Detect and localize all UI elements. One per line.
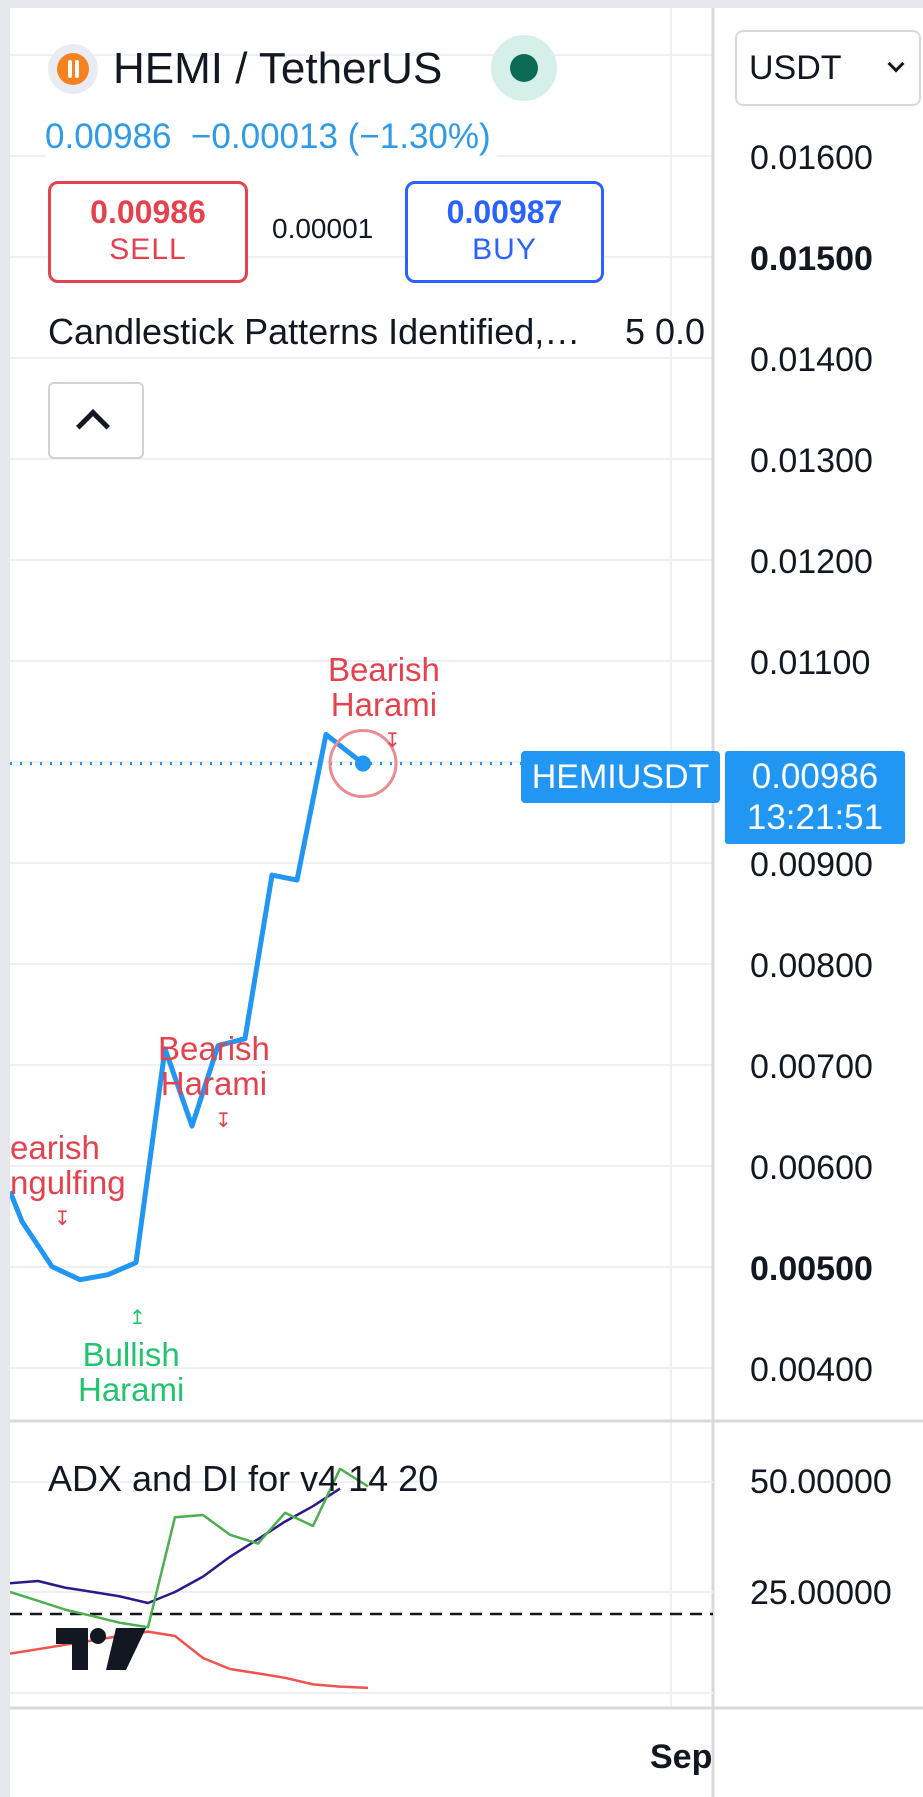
sell-button[interactable]: 0.00986 SELL — [48, 181, 248, 283]
adx-indicator-legend[interactable]: ADX and DI for v4 14 20 — [48, 1458, 438, 1500]
price-axis-label: 0.00600 — [750, 1149, 873, 1187]
arrow-up-icon: ↥ — [129, 1307, 146, 1329]
price-axis-label: 0.00500 — [750, 1250, 873, 1288]
collapse-legend-button[interactable] — [48, 382, 144, 459]
last-price: 0.00986 — [45, 117, 172, 156]
price-change-line: 0.00986 −0.00013 (−1.30%) — [45, 117, 497, 157]
arrow-down-icon: ↧ — [54, 1208, 71, 1230]
chart-frame[interactable]: HEMI / TetherUS 0.00986 −0.00013 (−1.30%… — [10, 8, 923, 1797]
chevron-down-icon — [887, 55, 905, 73]
price-axis-label: 0.00900 — [750, 846, 873, 884]
price-axis-label: 0.01600 — [750, 139, 873, 177]
price-axis-label: 0.00400 — [750, 1351, 873, 1389]
price-axis-label: 0.01400 — [750, 341, 873, 379]
price-axis-label: 0.01500 — [750, 240, 873, 278]
chevron-up-icon — [76, 409, 110, 443]
bar-countdown: 13:21:51 — [746, 798, 884, 837]
arrow-down-icon: ↧ — [215, 1110, 232, 1132]
adx-axis-label: 25.00000 — [750, 1574, 892, 1612]
price-axis-label: 0.00700 — [750, 1048, 873, 1086]
arrow-down-icon: ↧ — [384, 730, 401, 752]
adx-line — [10, 1487, 341, 1605]
current-price: 0.00986 — [751, 757, 879, 796]
market-status-icon[interactable] — [491, 35, 557, 101]
hemi-logo-icon — [48, 44, 98, 94]
indicator-values: 5 0.0 — [625, 311, 706, 352]
symbol-price-tag: HEMIUSDT — [521, 751, 720, 803]
price-axis-label: 0.01200 — [750, 543, 873, 581]
price-change: −0.00013 (−1.30%) — [190, 117, 491, 156]
adx-axis-label: 50.00000 — [750, 1463, 892, 1501]
pattern-label-bullish-harami: Bullish Harami — [78, 1336, 185, 1408]
currency-value: USDT — [749, 49, 842, 87]
spread-value: 0.00001 — [272, 213, 374, 244]
time-axis-label: Sep — [650, 1738, 713, 1776]
sell-label: SELL — [109, 233, 187, 266]
buy-price: 0.00987 — [446, 194, 563, 230]
pattern-label-bearish-harami: Bearish Harami — [328, 651, 440, 723]
pattern-label-bearish-engulfing: earish ngulfing — [10, 1129, 126, 1201]
tradingview-logo-icon[interactable] — [56, 1624, 148, 1674]
price-axis-label: 0.00800 — [750, 947, 873, 985]
sell-price: 0.00986 — [90, 194, 206, 230]
buy-label: BUY — [472, 233, 537, 266]
price-axis-label: 0.01100 — [750, 644, 871, 682]
pattern-label-bearish-harami: Bearish Harami — [158, 1030, 270, 1102]
current-price-tag: 0.00986 13:21:51 — [725, 751, 905, 844]
last-price-marker — [355, 755, 371, 772]
symbol-title[interactable]: HEMI / TetherUS — [113, 44, 442, 94]
indicator-legend[interactable]: Candlestick Patterns Identified,… — [48, 311, 580, 353]
price-axis-label: 0.01300 — [750, 442, 873, 480]
currency-select[interactable]: USDT — [735, 30, 921, 106]
buy-button[interactable]: 0.00987 BUY — [405, 181, 604, 283]
